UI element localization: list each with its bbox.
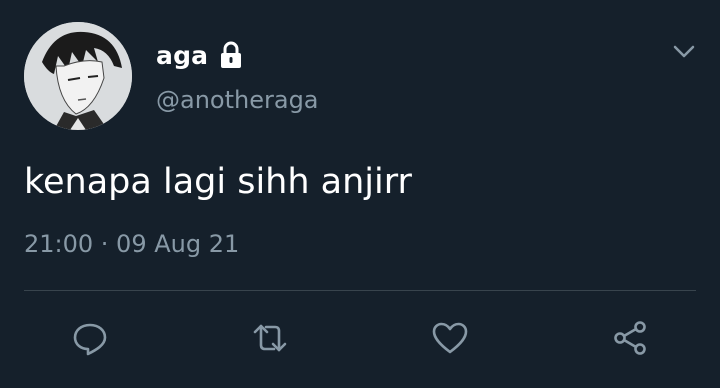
avatar[interactable]: [24, 22, 132, 130]
chevron-down-icon[interactable]: [672, 42, 696, 60]
user-handle[interactable]: @anotheraga: [156, 86, 319, 114]
reply-icon: [73, 323, 107, 356]
action-bar: [0, 314, 720, 362]
heart-icon: [432, 322, 468, 354]
retweet-button[interactable]: [246, 314, 294, 362]
retweet-icon: [253, 324, 287, 352]
divider: [24, 290, 696, 291]
tweet-timestamp: 21:00 · 09 Aug 21: [24, 230, 240, 258]
reply-button[interactable]: [66, 314, 114, 362]
share-button[interactable]: [606, 314, 654, 362]
share-icon: [614, 321, 646, 355]
name-row: aga: [156, 38, 244, 72]
tweet-text: kenapa lagi sihh anjirr: [24, 162, 412, 202]
like-button[interactable]: [426, 314, 474, 362]
display-name[interactable]: aga: [156, 41, 208, 70]
lock-icon: [218, 41, 244, 69]
tweet-card: aga @anotheraga kenapa lagi sihh anjirr …: [0, 0, 720, 388]
